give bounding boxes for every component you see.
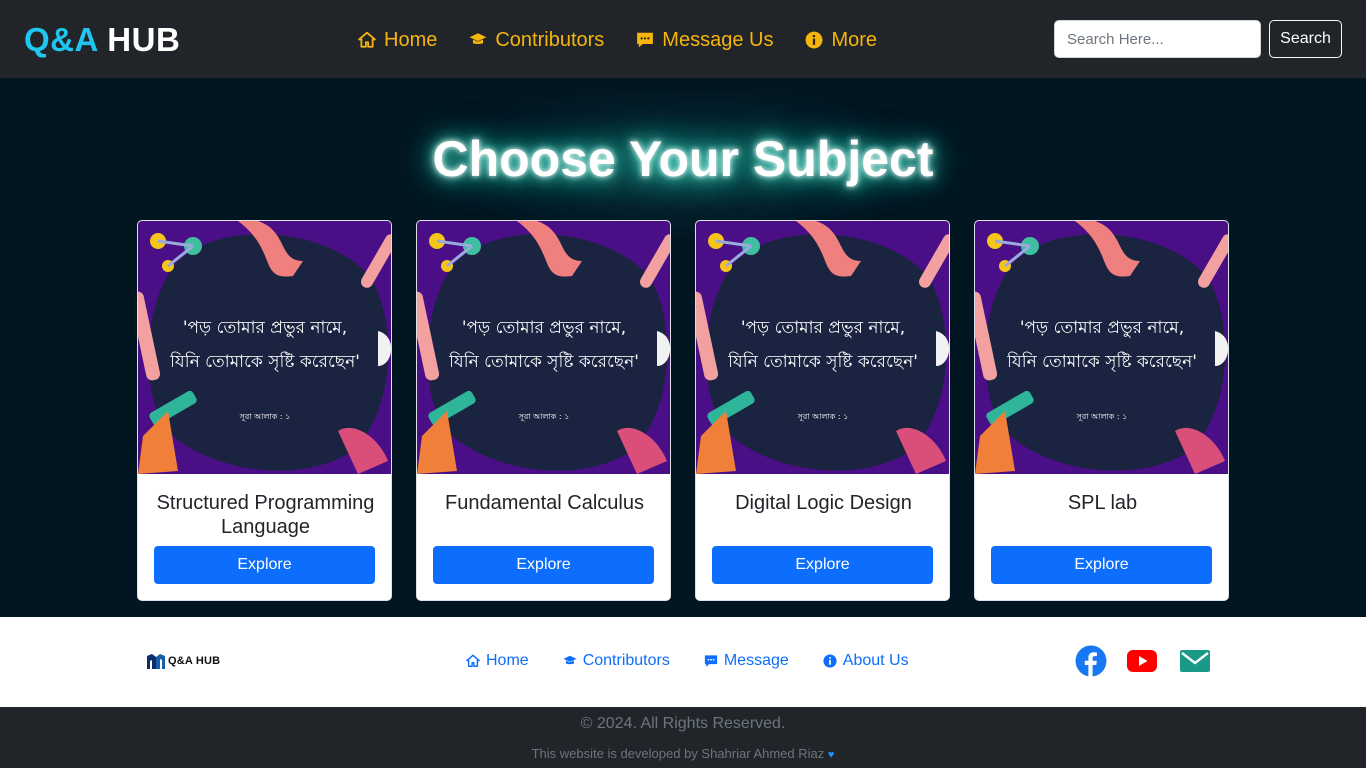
info-icon bbox=[806, 31, 823, 49]
info-icon bbox=[823, 654, 837, 668]
nav-link-label: Home bbox=[384, 28, 438, 51]
explore-button[interactable]: Explore bbox=[991, 546, 1212, 584]
footer: Q&A HUB Home Contributors Message About … bbox=[0, 617, 1366, 707]
card-image-line-1: 'পড় তোমার প্রভুর নামে, bbox=[1020, 318, 1184, 338]
card-title: Digital Logic Design bbox=[735, 492, 912, 514]
subject-card: 'পড় তোমার প্রভুর নামে, যিনি তোমাকে সৃষ্ট… bbox=[137, 220, 392, 601]
footer-link-label: Message bbox=[723, 652, 789, 669]
card-image-line-1: 'পড় তোমার প্রভুর নামে, bbox=[462, 318, 626, 338]
card-image-line-2: যিনি তোমাকে সৃষ্টি করেছেন' bbox=[169, 351, 360, 372]
chat-icon bbox=[704, 655, 717, 667]
footer-link-message[interactable]: Message bbox=[704, 652, 789, 670]
credit-line: This website is developed by Shahriar Ah… bbox=[0, 746, 1366, 761]
top-navbar: Q&A HUB Home Contributors Message Us Mor… bbox=[0, 0, 1366, 78]
chat-icon bbox=[637, 32, 654, 48]
bottom-bar: © 2024. All Rights Reserved. This websit… bbox=[0, 707, 1366, 768]
nav-link-label: Message Us bbox=[662, 28, 774, 51]
card-image-caption: সূরা আলাক : ১ bbox=[1076, 412, 1128, 421]
nav-link-home[interactable]: Home bbox=[358, 26, 437, 54]
graduation-cap-icon bbox=[469, 33, 487, 45]
credit-text: This website is developed by Shahriar Ah… bbox=[531, 746, 825, 761]
card-image-caption: সূরা আলাক : ১ bbox=[797, 412, 849, 421]
search-input[interactable] bbox=[1054, 20, 1261, 58]
card-image-line-2: যিনি তোমাকে সৃষ্টি করেছেন' bbox=[448, 351, 639, 372]
card-image-line-1: 'পড় তোমার প্রভুর নামে, bbox=[183, 318, 347, 338]
nav-link-label: Contributors bbox=[495, 28, 605, 51]
card-image-line-1: 'পড় তোমার প্রভুর নামে, bbox=[741, 318, 905, 338]
footer-links: Home Contributors Message About Us bbox=[466, 652, 909, 670]
subject-card: 'পড় তোমার প্রভুর নামে, যিনি তোমাকে সৃষ্ট… bbox=[416, 220, 671, 601]
card-image: 'পড় তোমার প্রভুর নামে, যিনি তোমাকে সৃষ্ট… bbox=[417, 221, 670, 474]
explore-button[interactable]: Explore bbox=[433, 546, 654, 584]
brand-part2: HUB bbox=[107, 21, 181, 58]
card-title: SPL lab bbox=[1067, 492, 1138, 514]
page-title: Choose Your Subject bbox=[432, 131, 934, 187]
mail-icon[interactable] bbox=[1179, 645, 1211, 677]
explore-button[interactable]: Explore bbox=[712, 546, 933, 584]
card-image: 'পড় তোমার প্রভুর নামে, যিনি তোমাকে সৃষ্ট… bbox=[696, 221, 949, 474]
footer-link-label: Home bbox=[486, 652, 529, 669]
card-image: 'পড় তোমার প্রভুর নামে, যিনি তোমাকে সৃষ্ট… bbox=[975, 221, 1228, 474]
nav-link-label: More bbox=[831, 28, 878, 51]
brand-part1: Q&A bbox=[24, 21, 98, 58]
footer-logo-text: Q&A HUB bbox=[168, 655, 221, 667]
brand-logo[interactable]: Q&A HUB bbox=[24, 20, 180, 60]
home-icon bbox=[466, 654, 480, 667]
search-button[interactable]: Search bbox=[1269, 20, 1342, 58]
footer-link-contributors[interactable]: Contributors bbox=[563, 652, 670, 670]
nav-link-more[interactable]: More bbox=[805, 26, 877, 54]
subject-section: Choose Your Subject 'পড় তোমার প্রভুর না… bbox=[0, 78, 1366, 617]
card-title: Fundamental Calculus bbox=[445, 492, 644, 514]
nav-link-contributors[interactable]: Contributors bbox=[469, 26, 604, 54]
nav-link-message[interactable]: Message Us bbox=[636, 26, 773, 54]
footer-logo[interactable]: Q&A HUB bbox=[146, 652, 220, 670]
graduation-cap-icon bbox=[563, 655, 577, 665]
logo-mark-icon bbox=[147, 654, 165, 669]
footer-link-label: Contributors bbox=[582, 652, 670, 669]
footer-link-home[interactable]: Home bbox=[466, 652, 529, 670]
youtube-icon[interactable] bbox=[1126, 645, 1158, 677]
card-image-caption: সূরা আলাক : ১ bbox=[239, 412, 291, 421]
explore-button[interactable]: Explore bbox=[154, 546, 375, 584]
card-image: 'পড় তোমার প্রভুর নামে, যিনি তোমাকে সৃষ্ট… bbox=[138, 221, 391, 474]
home-icon bbox=[358, 31, 376, 48]
nav-links: Home Contributors Message Us More bbox=[358, 26, 877, 54]
card-image-caption: সূরা আলাক : ১ bbox=[518, 412, 570, 421]
subject-cards: 'পড় তোমার প্রভুর নামে, যিনি তোমাকে সৃষ্ট… bbox=[137, 220, 1229, 601]
footer-link-about[interactable]: About Us bbox=[823, 652, 909, 670]
subject-card: 'পড় তোমার প্রভুর নামে, যিনি তোমাকে সৃষ্ট… bbox=[695, 220, 950, 601]
heart-icon: ♥ bbox=[827, 749, 835, 761]
subject-card: 'পড় তোমার প্রভুর নামে, যিনি তোমাকে সৃষ্ট… bbox=[974, 220, 1229, 601]
copyright-text: © 2024. All Rights Reserved. bbox=[580, 715, 786, 732]
card-image-line-2: যিনি তোমাকে সৃষ্টি করেছেন' bbox=[727, 351, 918, 372]
footer-link-label: About Us bbox=[842, 652, 909, 669]
card-image-line-2: যিনি তোমাকে সৃষ্টি করেছেন' bbox=[1006, 351, 1197, 372]
card-title: Structured Programming Language bbox=[156, 492, 375, 538]
facebook-icon[interactable] bbox=[1075, 645, 1107, 677]
